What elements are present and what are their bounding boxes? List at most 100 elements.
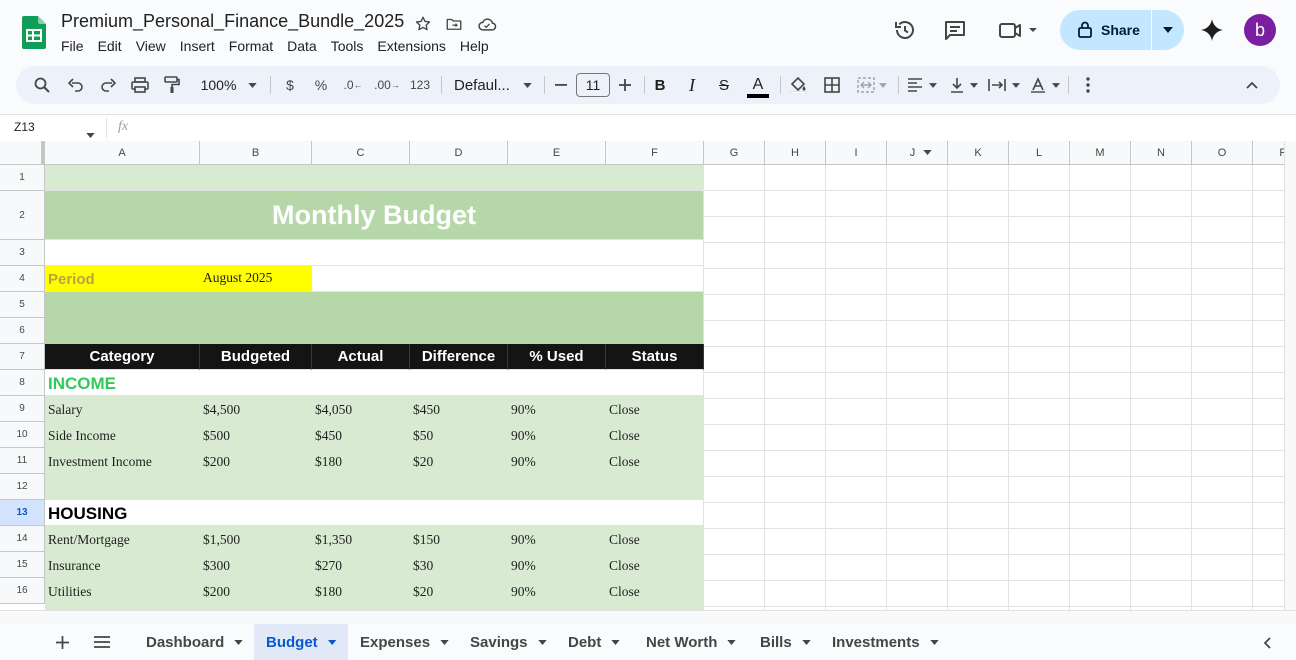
fill-color-icon[interactable]	[786, 66, 810, 104]
number-format-button[interactable]: 123	[406, 66, 434, 104]
table-cell[interactable]: $20	[410, 578, 508, 604]
header-budgeted[interactable]: Budgeted	[200, 344, 312, 370]
increase-decimal-button[interactable]: .00 →	[373, 66, 401, 104]
row-header-7[interactable]: 7	[0, 344, 45, 370]
bold-button[interactable]: B	[648, 66, 672, 104]
column-header-e[interactable]: E	[508, 141, 606, 165]
section-housing[interactable]: HOUSING	[45, 500, 704, 526]
header-status[interactable]: Status	[606, 344, 704, 370]
share-dropdown-icon[interactable]	[1152, 10, 1184, 50]
table-cell[interactable]: $4,050	[312, 396, 410, 422]
table-cell[interactable]: Salary	[45, 396, 200, 422]
column-header-n[interactable]: N	[1131, 141, 1192, 165]
row-header-10[interactable]: 10	[0, 422, 45, 448]
table-cell[interactable]: $270	[312, 552, 410, 578]
table-cell[interactable]: Close	[606, 448, 704, 474]
decrease-decimal-button[interactable]: .0 ←	[341, 66, 365, 104]
table-cell[interactable]: 90%	[508, 448, 606, 474]
share-button[interactable]: Share	[1060, 10, 1184, 50]
column-header-l[interactable]: L	[1009, 141, 1070, 165]
tab-savings[interactable]: Savings	[458, 624, 559, 660]
menu-help[interactable]: Help	[453, 37, 496, 55]
menu-tools[interactable]: Tools	[324, 37, 371, 55]
table-cell[interactable]: Close	[606, 396, 704, 422]
table-cell[interactable]: 90%	[508, 526, 606, 552]
column-header-p[interactable]: P	[1253, 141, 1284, 165]
cell-a3[interactable]	[45, 240, 704, 266]
row-header-8[interactable]: 8	[0, 370, 45, 396]
spacer-band[interactable]	[45, 292, 704, 344]
redo-icon[interactable]	[96, 66, 120, 104]
column-header-i[interactable]: I	[826, 141, 887, 165]
table-cell[interactable]: Utilities	[45, 578, 200, 604]
column-header-m[interactable]: M	[1070, 141, 1131, 165]
text-rotation-icon[interactable]	[1027, 66, 1063, 104]
row-header-1[interactable]: 1	[0, 165, 45, 191]
table-cell[interactable]: $50	[410, 422, 508, 448]
row-header-3[interactable]: 3	[0, 240, 45, 266]
row-header-15[interactable]: 15	[0, 552, 45, 578]
cell-a1[interactable]	[45, 165, 200, 191]
tab-dropdown-icon[interactable]	[327, 639, 336, 645]
percent-format-button[interactable]: %	[309, 66, 333, 104]
formula-input[interactable]	[140, 117, 1280, 139]
sheet-title[interactable]: Monthly Budget	[45, 191, 704, 240]
header-actual[interactable]: Actual	[312, 344, 410, 370]
comments-icon[interactable]	[940, 15, 970, 45]
tab-dropdown-icon[interactable]	[611, 639, 621, 645]
column-header-f[interactable]: F	[606, 141, 704, 165]
name-box[interactable]: Z13	[14, 120, 35, 134]
period-value[interactable]: August 2025	[200, 266, 312, 292]
cloud-status-icon[interactable]	[477, 14, 497, 34]
text-wrapping-icon[interactable]	[986, 66, 1022, 104]
row-header-12[interactable]: 12	[0, 474, 45, 500]
column-header-c[interactable]: C	[312, 141, 410, 165]
star-icon[interactable]	[413, 14, 433, 34]
tab-expenses[interactable]: Expenses	[348, 624, 461, 660]
tab-dashboard[interactable]: Dashboard	[134, 624, 255, 660]
menu-edit[interactable]: Edit	[91, 37, 129, 55]
merge-cells-icon[interactable]	[854, 66, 890, 104]
meet-video-icon[interactable]	[996, 15, 1040, 45]
table-cell[interactable]: 90%	[508, 552, 606, 578]
table-cell[interactable]: Side Income	[45, 422, 200, 448]
table-cell[interactable]: $200	[200, 448, 312, 474]
font-select[interactable]: Defaul...	[450, 66, 536, 104]
decrease-font-size-icon[interactable]	[550, 66, 572, 104]
strikethrough-button[interactable]: S	[712, 66, 736, 104]
text-color-button[interactable]: A	[745, 66, 771, 104]
table-cell[interactable]: Close	[606, 578, 704, 604]
tab-dropdown-icon[interactable]	[929, 639, 939, 645]
table-cell[interactable]: $180	[312, 448, 410, 474]
cell-c4[interactable]	[312, 266, 704, 292]
table-cell[interactable]: 90%	[508, 422, 606, 448]
table-cell[interactable]: 90%	[508, 396, 606, 422]
tab-dropdown-icon[interactable]	[802, 639, 811, 645]
row-header-14[interactable]: 14	[0, 526, 45, 552]
cell-f12[interactable]	[606, 474, 704, 500]
row-header-9[interactable]: 9	[0, 396, 45, 422]
table-cell[interactable]: $300	[200, 552, 312, 578]
row-header-4[interactable]: 4	[0, 266, 45, 292]
table-cell[interactable]: $450	[312, 422, 410, 448]
table-cell[interactable]: $20	[410, 448, 508, 474]
period-label[interactable]: Period	[45, 266, 200, 292]
table-cell[interactable]: $1,500	[200, 526, 312, 552]
column-header-o[interactable]: O	[1192, 141, 1253, 165]
table-cell[interactable]: Investment Income	[45, 448, 200, 474]
cell-d12[interactable]	[410, 474, 508, 500]
borders-icon[interactable]	[820, 66, 844, 104]
column-header-h[interactable]: H	[765, 141, 826, 165]
row-header-2[interactable]: 2	[0, 191, 45, 240]
cell-f1[interactable]	[606, 165, 704, 191]
column-header-a[interactable]: A	[45, 141, 200, 165]
version-history-icon[interactable]	[890, 15, 920, 45]
table-cell[interactable]: $30	[410, 552, 508, 578]
table-cell[interactable]: $450	[410, 396, 508, 422]
vertical-align-icon[interactable]	[946, 66, 982, 104]
menu-data[interactable]: Data	[280, 37, 324, 55]
menu-format[interactable]: Format	[222, 37, 280, 55]
filter-dropdown-icon[interactable]	[923, 150, 932, 155]
tab-budget[interactable]: Budget	[254, 624, 348, 660]
sheets-logo-icon[interactable]	[22, 16, 46, 49]
